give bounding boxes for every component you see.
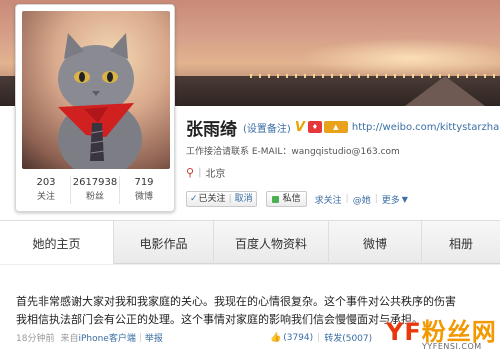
report-link[interactable]: 举报 (145, 331, 163, 344)
follow-divider: | (228, 194, 232, 204)
stat-followers[interactable]: 2617938 粉丝 (71, 176, 120, 204)
location-line: ⚲ | 北京 (186, 165, 225, 180)
post-time[interactable]: 18分钟前 (16, 331, 54, 344)
post-source-link[interactable]: iPhone客户端 (78, 331, 135, 344)
actions-divider: | (374, 194, 378, 204)
watermark-url: YYFENSI.COM (422, 342, 482, 351)
location-pin-icon: ⚲ (186, 166, 195, 179)
stat-following-count: 203 (36, 177, 56, 188)
tab-films[interactable]: 电影作品 (114, 221, 214, 265)
tab-album[interactable]: 相册 (422, 221, 500, 265)
like-count[interactable]: (3794) (283, 333, 313, 343)
mention-link[interactable]: @她 (353, 193, 371, 206)
post-text-line: 首先非常感谢大家对我和我家庭的关心。我现在的心情很复杂。这个事件对公共秩序的伤害 (16, 295, 456, 308)
post-actions: 👍 (3794) | 转发(5007) (270, 331, 372, 345)
stat-following[interactable]: 203 关注 (22, 176, 71, 204)
profile-name-line: 张雨绮 (设置备注) V ♦ ▲ http://weibo.com/kittys… (186, 116, 500, 140)
message-icon (271, 195, 279, 203)
profile-stats: 203 关注 2617938 粉丝 719 微博 (22, 176, 168, 204)
stat-posts[interactable]: 719 微博 (120, 176, 168, 204)
tab-weibo[interactable]: 微博 (329, 221, 422, 265)
vip-badge-icon[interactable]: ♦ (307, 121, 322, 133)
work-contact: 工作接洽请联系 E-MAIL：wangqistudio@163.com (186, 147, 400, 157)
cover-sky-glow (300, 38, 500, 78)
cover-road (405, 76, 485, 106)
private-message-button[interactable]: 私信 (265, 191, 307, 207)
stat-posts-count: 719 (134, 177, 154, 188)
stat-followers-count: 2617938 (72, 177, 118, 188)
follow-status-button[interactable]: ✓ 已关注 | 取消 (186, 191, 257, 207)
private-message-label: 私信 (282, 194, 301, 204)
avatar[interactable] (22, 11, 170, 169)
post-source-prefix: 来自 (60, 334, 79, 344)
meta-divider: | (317, 332, 321, 343)
profile-tabbar: 她的主页 电影作品 百度人物资料 微博 相册 (0, 220, 500, 265)
unfollow-button[interactable]: 取消 (235, 192, 253, 206)
meta-divider: | (138, 332, 142, 343)
stat-followers-label: 粉丝 (85, 192, 104, 202)
followed-label: 已关注 (198, 194, 226, 204)
level-badge-icon[interactable]: ▲ (323, 121, 348, 133)
watermark: YF粉丝网 YYFENSI.COM (382, 312, 500, 352)
cat-photo-icon (58, 33, 142, 169)
repost-link[interactable]: 转发(5007) (324, 331, 372, 344)
profile-name: 张雨绮 (186, 119, 237, 140)
stat-following-label: 关注 (36, 192, 55, 202)
tab-baidu-profile[interactable]: 百度人物资料 (214, 221, 329, 265)
actions-divider: | (345, 194, 349, 204)
avatar-card: 203 关注 2617938 粉丝 719 微博 (15, 4, 175, 212)
set-remark-link[interactable]: (设置备注) (243, 120, 291, 135)
homepage-url-link[interactable]: http://weibo.com/kittystarzhang (352, 122, 500, 133)
location-text: 北京 (205, 169, 226, 180)
stat-posts-label: 微博 (134, 192, 153, 202)
more-menu-link[interactable]: 更多 (382, 193, 400, 206)
request-follow-link[interactable]: 求关注 (315, 193, 342, 206)
profile-actions: ✓ 已关注 | 取消 私信 求关注 | @她 | 更多 ▼ (186, 191, 408, 207)
like-thumb-icon[interactable]: 👍 (270, 333, 281, 343)
check-icon: ✓ (190, 194, 198, 204)
verified-badge-icon[interactable]: V (295, 120, 305, 135)
tab-home[interactable]: 她的主页 (0, 221, 114, 265)
location-separator: | (198, 167, 202, 178)
chevron-down-icon[interactable]: ▼ (402, 195, 408, 204)
